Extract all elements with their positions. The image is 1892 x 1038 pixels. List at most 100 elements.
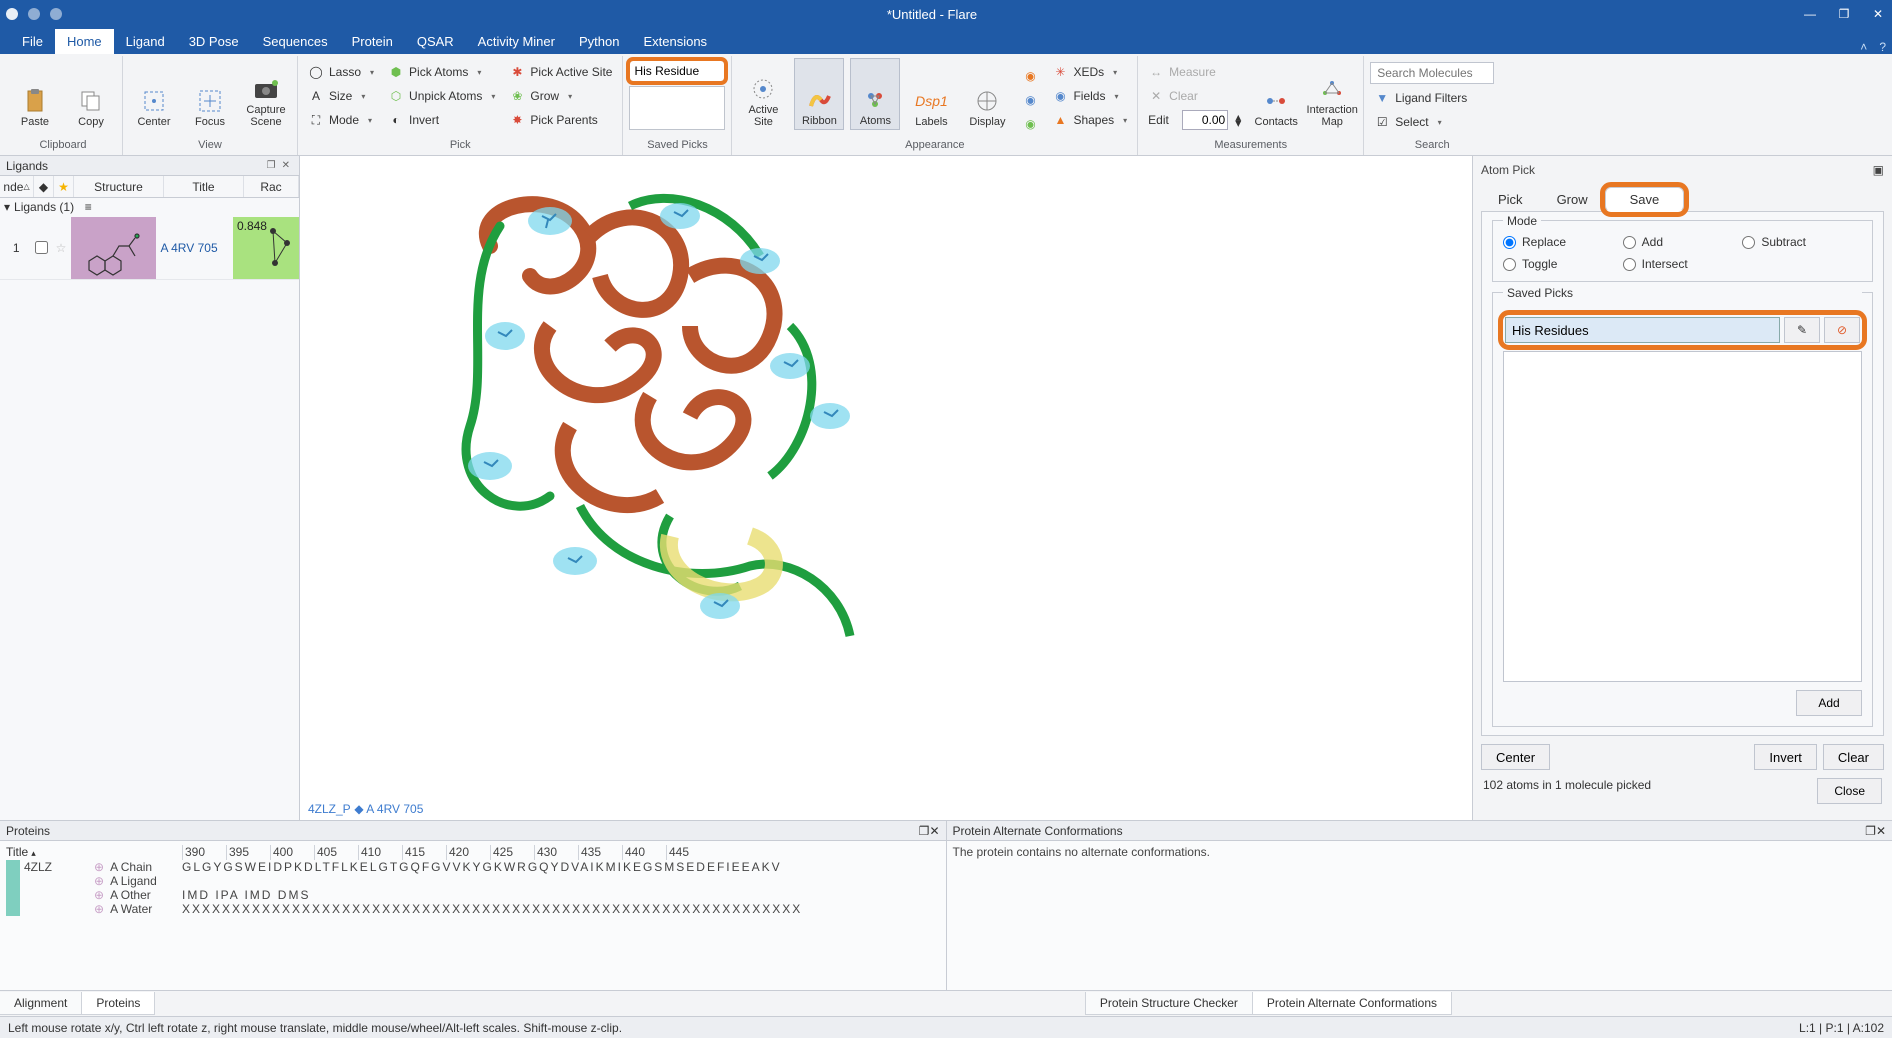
col-rac[interactable]: Rac [244,176,299,197]
undock-icon[interactable]: ❐ [267,160,276,171]
atom-pick-tab-save[interactable]: Save [1605,187,1685,212]
tab-activityminer[interactable]: Activity Miner [466,29,567,54]
tab-ligand[interactable]: Ligand [114,29,177,54]
focus-button[interactable]: Focus [185,58,235,130]
xeds-button[interactable]: ✳XEDs [1048,62,1131,82]
bottom-tab-structure-checker[interactable]: Protein Structure Checker [1085,992,1253,1015]
tab-file[interactable]: File [10,29,55,54]
chain-a[interactable]: ⊕A Chain [94,860,182,874]
col-checked[interactable]: ◆ [34,176,54,197]
col-index[interactable]: nde△ [0,176,34,197]
bottom-tab-alt-conformations[interactable]: Protein Alternate Conformations [1252,992,1452,1015]
labels-button[interactable]: Dsp1 Labels [906,58,956,130]
col-title[interactable]: Title [164,176,244,197]
fields-button[interactable]: ◉Fields [1048,86,1131,106]
help-icon[interactable]: ? [1873,40,1892,54]
mode-replace[interactable]: Replace [1503,235,1623,249]
paste-button[interactable]: Paste [10,58,60,130]
atom-pick-close-button[interactable]: Close [1817,778,1882,804]
invert-button[interactable]: ◐Invert [384,110,499,130]
atom-pick-tab-grow[interactable]: Grow [1540,187,1605,212]
altconf-close-icon[interactable]: ✕ [1876,824,1886,838]
center-button[interactable]: Center [129,58,179,130]
ligand-star[interactable]: ☆ [52,241,71,255]
col1-icon[interactable]: ◉ [1018,66,1042,86]
proteins-undock-icon[interactable]: ❐ [919,824,930,838]
atom-pick-close-icon[interactable]: ▣ [1873,163,1884,177]
atom-pick-clear-button[interactable]: Clear [1823,744,1884,770]
atom-pick-tab-pick[interactable]: Pick [1481,187,1540,212]
display-button[interactable]: Display [962,58,1012,130]
capture-scene-button[interactable]: Capture Scene [241,58,291,130]
spinner-down-icon[interactable]: ▾ [1235,120,1241,126]
atom-pick-center-button[interactable]: Center [1481,744,1550,770]
copy-button[interactable]: Copy [66,58,116,130]
sequence-water[interactable]: XXXXXXXXXXXXXXXXXXXXXXXXXXXXXXXXXXXXXXXX… [182,902,802,916]
mode-toggle[interactable]: Toggle [1503,257,1623,271]
bottom-tab-proteins[interactable]: Proteins [81,992,155,1015]
ligand-checkbox[interactable] [35,241,48,254]
tab-sequences[interactable]: Sequences [251,29,340,54]
atom-pick-invert-button[interactable]: Invert [1754,744,1817,770]
grow-button[interactable]: ❀Grow [505,86,616,106]
tab-home[interactable]: Home [55,29,114,54]
active-site-button[interactable]: Active Site [738,58,788,130]
copy-icon [78,88,104,114]
measure-button[interactable]: ↔Measure [1144,62,1245,82]
chain-water[interactable]: ⊕A Water [94,902,182,916]
tab-qsar[interactable]: QSAR [405,29,466,54]
ligand-filters-button[interactable]: ▼Ligand Filters [1370,88,1494,108]
tab-protein[interactable]: Protein [340,29,405,54]
sequence-chain[interactable]: GLGYGSWEIDPKDLTFLKELGTGQFGVVKYGKWRGQYDVA… [182,860,802,874]
sequence-other[interactable]: IMD IPA IMD DMS [182,888,802,902]
tab-python[interactable]: Python [567,29,631,54]
delete-saved-pick-button[interactable]: ⊘ [1824,317,1860,343]
proteins-close-icon[interactable]: ✕ [929,824,939,838]
3d-view[interactable]: 4ZLZ_P ◆ A 4RV 705 [300,156,1472,820]
saved-picks-input[interactable] [629,60,725,82]
col3-icon[interactable]: ◉ [1018,114,1042,134]
saved-pick-name-input[interactable] [1505,317,1780,343]
col2-icon[interactable]: ◉ [1018,90,1042,110]
protein-name[interactable]: 4ZLZ [24,860,94,916]
ligands-tree-root[interactable]: ▾ Ligands (1) ≡ [4,200,295,214]
tab-3dpose[interactable]: 3D Pose [177,29,251,54]
edit-measure[interactable]: Edit ▴▾ [1144,110,1245,130]
atoms-button[interactable]: Atoms [850,58,900,130]
saved-picks-listbox[interactable] [1503,351,1862,682]
collapse-ribbon-icon[interactable]: ˄ [1854,40,1873,54]
mode-button[interactable]: ⛶Mode [304,110,378,130]
size-button[interactable]: ASize [304,86,378,106]
ligand-row[interactable]: 1 ☆ A 4RV 705 0.848 [0,216,299,280]
lasso-button[interactable]: ◯Lasso [304,62,378,82]
tab-extensions[interactable]: Extensions [631,29,719,54]
mode-subtract[interactable]: Subtract [1742,235,1862,249]
edit-measure-input[interactable] [1182,110,1228,130]
pick-active-site-button[interactable]: ✱Pick Active Site [505,62,616,82]
minimize-icon[interactable]: — [1802,6,1818,22]
edit-saved-pick-button[interactable]: ✎ [1784,317,1820,343]
mode-add[interactable]: Add [1623,235,1743,249]
add-saved-pick-button[interactable]: Add [1796,690,1862,716]
col-structure[interactable]: Structure [74,176,164,197]
close-icon[interactable]: ✕ [1870,6,1886,22]
saved-picks-list[interactable] [629,86,725,130]
select-button[interactable]: ☑Select [1370,112,1494,132]
bottom-tab-alignment[interactable]: Alignment [0,992,82,1015]
ribbon-button[interactable]: Ribbon [794,58,844,130]
pick-atoms-button[interactable]: ⬢Pick Atoms [384,62,499,82]
contacts-button[interactable]: Contacts [1251,58,1301,130]
shapes-button[interactable]: ▲Shapes [1048,110,1131,130]
pick-parents-button[interactable]: ✸Pick Parents [505,110,616,130]
chain-ligand[interactable]: ⊕A Ligand [94,874,182,888]
maximize-icon[interactable]: ❐ [1836,6,1852,22]
col-starred[interactable]: ★ [54,176,74,197]
chain-other[interactable]: ⊕A Other [94,888,182,902]
interaction-map-button[interactable]: Interaction Map [1307,58,1357,130]
clear-measure-button[interactable]: ✕Clear [1144,86,1245,106]
close-panel-icon[interactable]: ✕ [282,160,290,171]
altconf-undock-icon[interactable]: ❐ [1865,824,1876,838]
unpick-atoms-button[interactable]: ⬡Unpick Atoms [384,86,499,106]
mode-intersect[interactable]: Intersect [1623,257,1743,271]
search-molecules-input[interactable] [1370,62,1494,84]
